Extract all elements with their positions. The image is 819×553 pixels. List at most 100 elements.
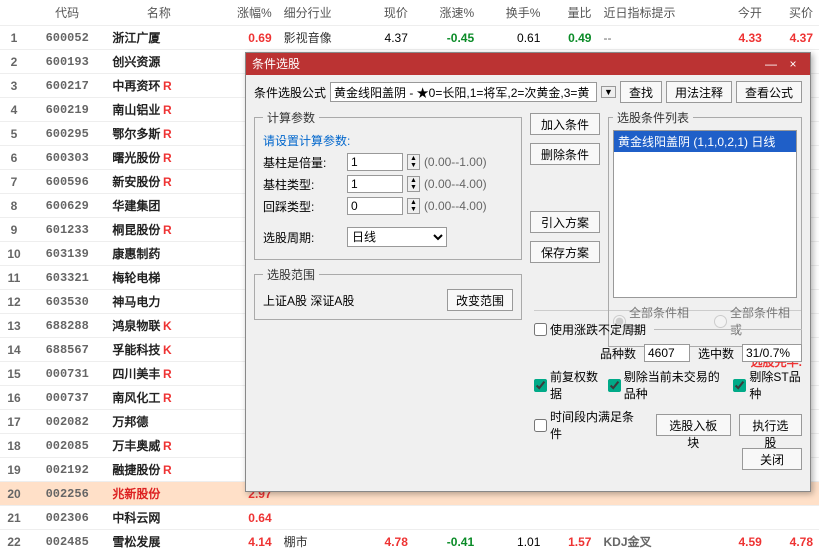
usage-button[interactable]: 用法注释 — [666, 81, 732, 103]
cell-n: 5 — [0, 122, 28, 146]
scope-text: 上证A股 深证A股 — [263, 292, 354, 309]
cell-name: 四川美丰R — [106, 362, 211, 386]
cell-n: 22 — [0, 530, 28, 553]
cell-code: 000737 — [28, 386, 106, 410]
condition-dialog: 条件选股 — × 条件选股公式 ▼ 查找 用法注释 查看公式 计算参数 请设置计… — [245, 52, 811, 492]
p2-hint: (0.00--4.00) — [424, 177, 487, 191]
cell-n: 14 — [0, 338, 28, 362]
del-cond-button[interactable]: 删除条件 — [530, 143, 600, 165]
cb-st[interactable]: 剔除ST品种 — [733, 368, 802, 402]
p1-hint: (0.00--1.00) — [424, 155, 487, 169]
col-header[interactable]: 细分行业 — [278, 0, 363, 26]
cell-n: 20 — [0, 482, 28, 506]
minimize-icon[interactable]: — — [760, 53, 782, 75]
period-select[interactable]: 日线 — [347, 227, 447, 247]
view-formula-button[interactable]: 查看公式 — [736, 81, 802, 103]
radio-or[interactable]: 全部条件相或 — [714, 304, 797, 338]
cell-n: 13 — [0, 314, 28, 338]
col-header[interactable]: 买价 — [768, 0, 819, 26]
cell-name: 中再资环R — [106, 74, 211, 98]
cell-price: 4.78 — [363, 530, 414, 553]
cell-n: 10 — [0, 242, 28, 266]
p3-hint: (0.00--4.00) — [424, 199, 487, 213]
cond-listbox[interactable]: 黄金线阳盖阴 (1,1,0,2,1) 日线 — [613, 130, 797, 298]
cell-code: 600295 — [28, 122, 106, 146]
cell-name: 兆新股份 — [106, 482, 211, 506]
cell-code: 002485 — [28, 530, 106, 553]
cell-code: 002192 — [28, 458, 106, 482]
col-header[interactable]: 代码 — [28, 0, 106, 26]
cell-price: 4.37 — [363, 26, 414, 50]
cell-tip — [597, 506, 716, 530]
cell-chg: 0.64 — [211, 506, 277, 530]
col-header[interactable]: 今开 — [717, 0, 768, 26]
count-value — [644, 344, 690, 362]
hit-value — [742, 344, 802, 362]
close-button[interactable]: 关闭 — [742, 448, 802, 470]
dropdown-icon[interactable]: ▼ — [601, 86, 616, 98]
table-row[interactable]: 1600052浙江广厦0.69影视音像4.37-0.450.610.49--4.… — [0, 26, 819, 50]
cell-code: 002082 — [28, 410, 106, 434]
add-cond-button[interactable]: 加入条件 — [530, 113, 600, 135]
cell-code: 600217 — [28, 74, 106, 98]
cell-vol: 1.57 — [546, 530, 597, 553]
col-header[interactable]: 近日指标提示 — [597, 0, 716, 26]
cell-code: 000731 — [28, 362, 106, 386]
cell-code: 600629 — [28, 194, 106, 218]
cell-name: 孚能科技K — [106, 338, 211, 362]
p1-spinner[interactable]: ▲▼ — [407, 154, 420, 170]
cell-name: 万邦德 — [106, 410, 211, 434]
cb-time[interactable]: 时间段内满足条件 — [534, 408, 640, 442]
cell-code: 600193 — [28, 50, 106, 74]
cell-open — [717, 506, 768, 530]
dialog-titlebar[interactable]: 条件选股 — × — [246, 53, 810, 75]
cb-fq[interactable]: 前复权数据 — [534, 368, 600, 402]
col-header[interactable]: 现价 — [363, 0, 414, 26]
table-row[interactable]: 22002485雪松发展4.14棚市4.78-0.411.011.57KDJ金叉… — [0, 530, 819, 553]
cell-n: 17 — [0, 410, 28, 434]
p3-input[interactable] — [347, 197, 403, 215]
scope-group: 选股范围 上证A股 深证A股 改变范围 — [254, 266, 522, 320]
cell-code: 603530 — [28, 290, 106, 314]
cond-item[interactable]: 黄金线阳盖阴 (1,1,0,2,1) 日线 — [614, 131, 796, 152]
cell-name: 新安股份R — [106, 170, 211, 194]
save-plan-button[interactable]: 保存方案 — [530, 241, 600, 263]
load-plan-button[interactable]: 引入方案 — [530, 211, 600, 233]
col-header[interactable]: 量比 — [546, 0, 597, 26]
cell-tip: -- — [597, 26, 716, 50]
cell-n: 16 — [0, 386, 28, 410]
cell-code: 603321 — [28, 266, 106, 290]
cb-nt[interactable]: 剔除当前未交易的品种 — [608, 368, 726, 402]
col-header[interactable]: 换手% — [480, 0, 546, 26]
p3-spinner[interactable]: ▲▼ — [407, 198, 420, 214]
cell-bid: 4.78 — [768, 530, 819, 553]
col-header[interactable]: 名称 — [106, 0, 211, 26]
p1-input[interactable] — [347, 153, 403, 171]
find-button[interactable]: 查找 — [620, 81, 662, 103]
p3-label: 回踩类型: — [263, 198, 343, 215]
change-scope-button[interactable]: 改变范围 — [447, 289, 513, 311]
cell-n: 18 — [0, 434, 28, 458]
formula-input[interactable] — [330, 82, 597, 102]
cell-name: 万丰奥威R — [106, 434, 211, 458]
p2-spinner[interactable]: ▲▼ — [407, 176, 420, 192]
cell-open: 4.33 — [717, 26, 768, 50]
cell-code: 002306 — [28, 506, 106, 530]
cell-ind: 棚市 — [278, 530, 363, 553]
close-icon[interactable]: × — [782, 53, 804, 75]
cell-vol: 0.49 — [546, 26, 597, 50]
dialog-title: 条件选股 — [252, 53, 760, 75]
cell-n: 12 — [0, 290, 28, 314]
to-block-button[interactable]: 选股入板块 — [656, 414, 731, 436]
col-header[interactable]: 涨幅% — [211, 0, 277, 26]
table-row[interactable]: 21002306中科云网0.64 — [0, 506, 819, 530]
exec-button[interactable]: 执行选股 — [739, 414, 802, 436]
p2-input[interactable] — [347, 175, 403, 193]
cell-n: 7 — [0, 170, 28, 194]
cell-n: 9 — [0, 218, 28, 242]
cb-range[interactable]: 使用涨跌不定周期 — [534, 321, 646, 338]
cell-turn — [480, 506, 546, 530]
col-header[interactable]: 涨速% — [414, 0, 480, 26]
cell-name: 融捷股份R — [106, 458, 211, 482]
col-header[interactable] — [0, 0, 28, 26]
